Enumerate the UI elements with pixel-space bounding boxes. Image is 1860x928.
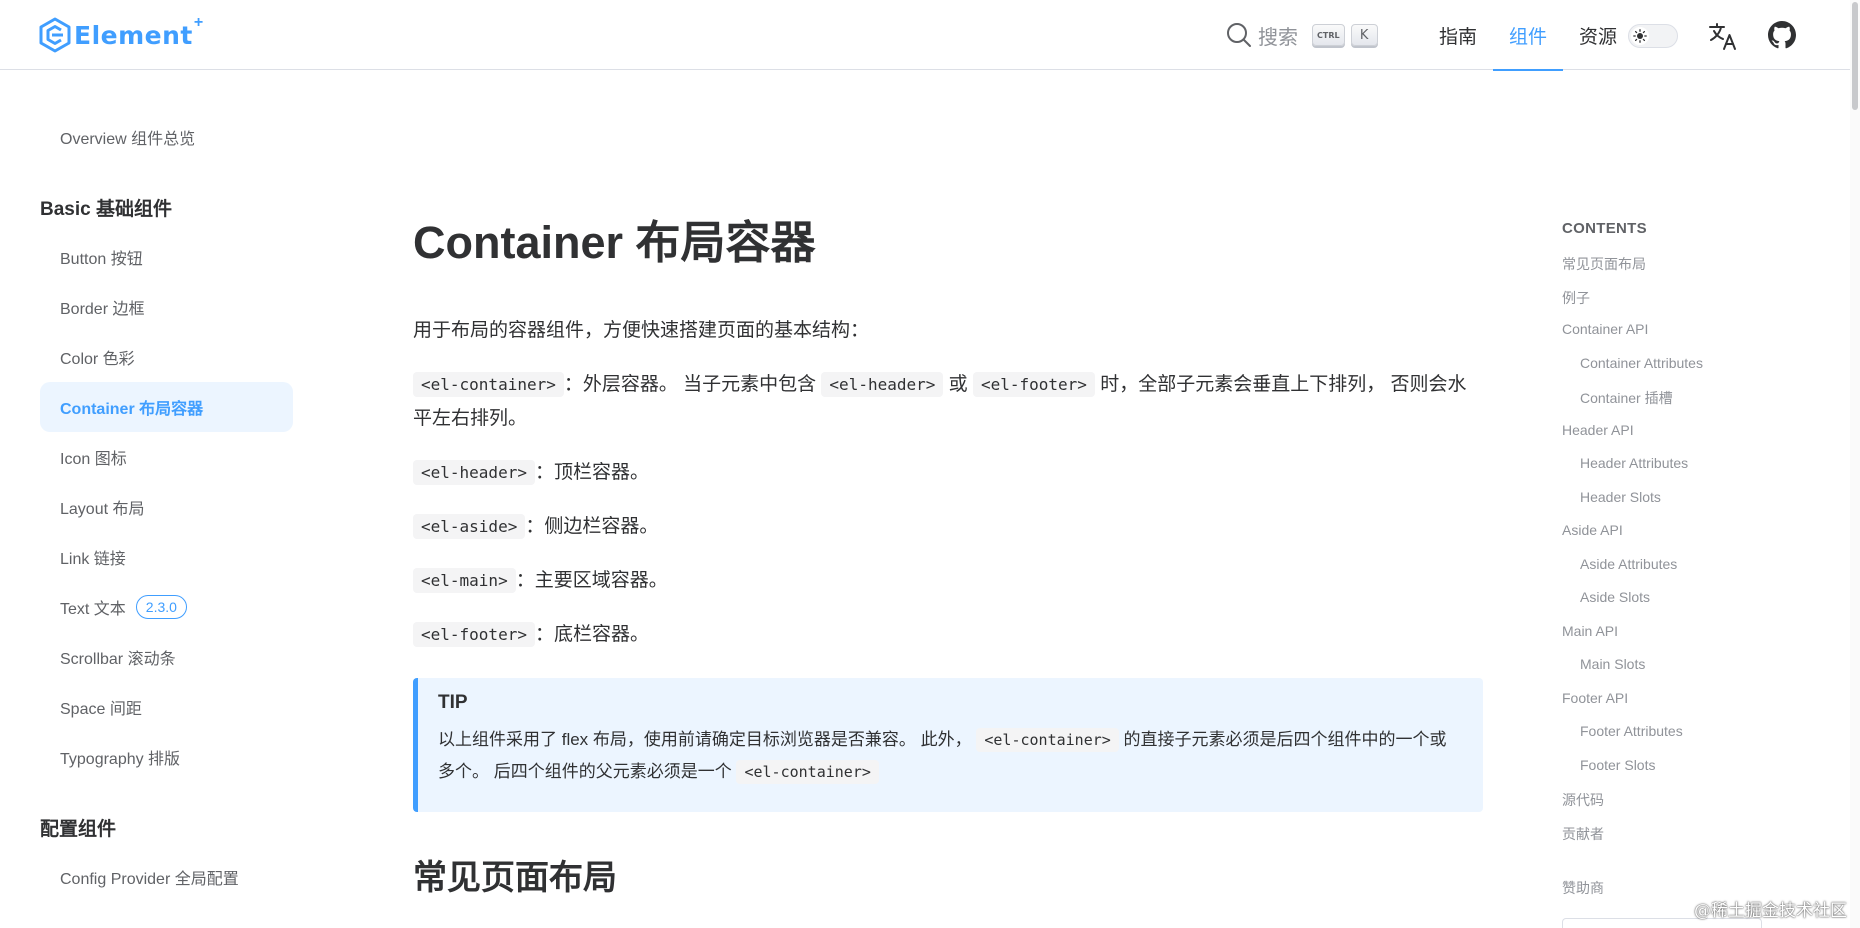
element-logo[interactable]: Element + xyxy=(38,14,204,54)
sidebar-item-link[interactable]: Link 链接 xyxy=(40,532,293,582)
sidebar-item-container[interactable]: Container 布局容器 xyxy=(40,382,293,432)
code-el-header-2: <el-header> xyxy=(413,460,535,485)
tip-body: 以上组件采用了 flex 布局，使用前请确定目标浏览器是否兼容。 此外， <el… xyxy=(438,724,1463,788)
toc-item[interactable]: Container Attributes xyxy=(1562,355,1822,389)
nav-resources[interactable]: 资源 xyxy=(1563,0,1633,70)
sidebar-item-scrollbar[interactable]: Scrollbar 滚动条 xyxy=(40,632,293,682)
translate-icon[interactable] xyxy=(1708,21,1738,51)
tip-box: TIP 以上组件采用了 flex 布局，使用前请确定目标浏览器是否兼容。 此外，… xyxy=(413,678,1483,812)
github-icon[interactable] xyxy=(1768,21,1796,49)
element-logo-icon xyxy=(39,17,71,53)
toc-item[interactable]: Container 插槽 xyxy=(1562,388,1822,422)
logo-plus: + xyxy=(193,14,204,31)
toc-item[interactable]: Aside API xyxy=(1562,522,1822,556)
main-desc: ：主要区域容器。 xyxy=(515,570,668,591)
toc-item[interactable]: 贡献者 xyxy=(1562,824,1822,858)
theme-knob xyxy=(1631,27,1649,45)
sidebar-group-config: 配置组件 xyxy=(40,819,117,840)
tip-code-1: <el-container> xyxy=(976,728,1119,752)
toc-item[interactable]: Main Slots xyxy=(1562,656,1822,690)
sidebar-item-text-label: Text 文本 xyxy=(60,601,126,618)
sidebar-item-config-provider[interactable]: Config Provider 全局配置 xyxy=(40,852,293,902)
sponsor-heading: 赞助商 xyxy=(1562,880,1604,896)
toc-item[interactable]: Header Slots xyxy=(1562,489,1822,523)
toc-item[interactable]: Container API xyxy=(1562,321,1822,355)
toc-item[interactable]: Header API xyxy=(1562,422,1822,456)
toc-item[interactable]: 常见页面布局 xyxy=(1562,254,1822,288)
toc-heading: CONTENTS xyxy=(1562,220,1647,237)
code-el-footer: <el-footer> xyxy=(972,372,1095,397)
main-nav: 指南 组件 资源 xyxy=(1423,0,1633,71)
footer-paragraph: <el-footer> ：底栏容器。 xyxy=(413,618,1483,652)
watermark: @稀土掘金技术社区 xyxy=(1694,901,1847,921)
section-title-common-layout: 常见页面布局 xyxy=(413,859,617,897)
sidebar-item-button[interactable]: Button 按钮 xyxy=(40,232,293,282)
main-paragraph: <el-main> ：主要区域容器。 xyxy=(413,564,1483,598)
page-title: Container 布局容器 xyxy=(413,217,816,268)
toc-item[interactable]: Aside Slots xyxy=(1562,589,1822,623)
code-el-aside: <el-aside> xyxy=(413,514,526,539)
toc-item[interactable]: 例子 xyxy=(1562,288,1822,322)
sidebar-item-layout[interactable]: Layout 布局 xyxy=(40,482,293,532)
aside-paragraph: <el-aside> ：侧边栏容器。 xyxy=(413,510,1483,544)
code-el-container: <el-container> xyxy=(413,372,564,397)
sidebar: Overview 组件总览 Basic 基础组件 Button 按钮 Borde… xyxy=(40,70,293,928)
toc-item[interactable]: Footer Attributes xyxy=(1562,723,1822,757)
sidebar-item-border[interactable]: Border 边框 xyxy=(40,282,293,332)
sidebar-item-color[interactable]: Color 色彩 xyxy=(40,332,293,382)
code-el-footer-2: <el-footer> xyxy=(413,622,535,647)
k-key-hint: K xyxy=(1350,24,1378,46)
header-desc: ：顶栏容器。 xyxy=(534,462,649,483)
logo-text: Element xyxy=(74,20,193,50)
aside-desc: ：侧边栏容器。 xyxy=(525,516,659,537)
container-desc-1: ：外层容器。 当子元素中包含 xyxy=(563,374,817,395)
tip-text-1: 以上组件采用了 flex 布局，使用前请确定目标浏览器是否兼容。 此外， xyxy=(438,730,972,749)
ctrl-key-hint: CTRL xyxy=(1312,24,1345,46)
intro-paragraph: 用于布局的容器组件，方便快速搭建页面的基本结构： xyxy=(413,320,870,341)
toc-item[interactable]: Footer API xyxy=(1562,690,1822,724)
code-el-header: <el-header> xyxy=(821,372,944,397)
tip-title: TIP xyxy=(438,692,468,713)
top-header: Element + 搜索 CTRL K 指南 组件 资源 xyxy=(0,0,1860,71)
toc-item[interactable]: Footer Slots xyxy=(1562,757,1822,791)
table-of-contents: CONTENTS 常见页面布局 例子 Container API Contain… xyxy=(1562,220,1822,857)
nav-components[interactable]: 组件 xyxy=(1493,0,1564,71)
sidebar-item-overview[interactable]: Overview 组件总览 xyxy=(40,112,293,162)
page-scrollbar-thumb[interactable] xyxy=(1852,2,1858,110)
sidebar-group-basic: Basic 基础组件 xyxy=(40,199,172,220)
container-paragraph: <el-container> ：外层容器。 当子元素中包含 <el-header>… xyxy=(413,368,1483,436)
nav-guide[interactable]: 指南 xyxy=(1423,0,1493,70)
or-text: 或 xyxy=(948,374,968,395)
code-el-main: <el-main> xyxy=(413,568,516,593)
page-scrollbar[interactable] xyxy=(1850,0,1860,928)
search-icon xyxy=(1227,23,1251,47)
sidebar-item-icon[interactable]: Icon 图标 xyxy=(40,432,293,482)
sidebar-item-space[interactable]: Space 间距 xyxy=(40,682,293,732)
version-badge: 2.3.0 xyxy=(135,595,187,619)
search-button[interactable]: 搜索 CTRL K xyxy=(1226,20,1378,50)
toc-item[interactable]: Header Attributes xyxy=(1562,455,1822,489)
footer-desc: ：底栏容器。 xyxy=(534,624,649,645)
toc-item[interactable]: 源代码 xyxy=(1562,790,1822,824)
toc-item[interactable]: Aside Attributes xyxy=(1562,556,1822,590)
sun-icon xyxy=(1633,29,1647,43)
theme-toggle[interactable] xyxy=(1628,24,1678,48)
sidebar-item-typography[interactable]: Typography 排版 xyxy=(40,732,293,782)
main-content: Container 布局容器 用于布局的容器组件，方便快速搭建页面的基本结构： … xyxy=(413,70,1483,928)
tip-code-2: <el-container> xyxy=(736,760,879,784)
sidebar-item-text[interactable]: Text 文本 2.3.0 xyxy=(40,582,293,632)
header-paragraph: <el-header> ：顶栏容器。 xyxy=(413,456,1483,490)
search-placeholder: 搜索 xyxy=(1258,26,1298,49)
toc-item[interactable]: Main API xyxy=(1562,623,1822,657)
